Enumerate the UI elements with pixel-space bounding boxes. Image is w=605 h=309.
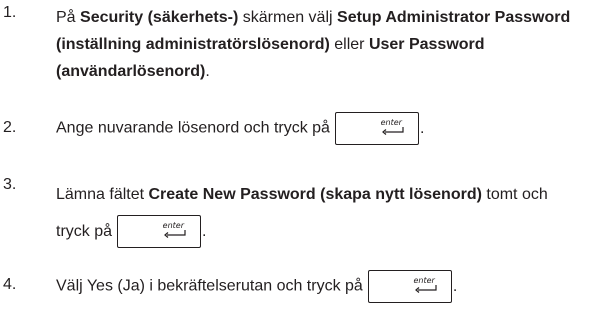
step-text: Ange nuvarande lösenord och tryck på ente… xyxy=(56,112,601,145)
enter-key-icon: enter xyxy=(117,215,202,249)
step-text: På Security (säkerhets-) skärmen välj Se… xyxy=(56,9,571,80)
return-arrow-icon xyxy=(382,127,404,135)
step-text: Lämna fältet Create New Password (skapa … xyxy=(56,176,581,250)
return-arrow-icon xyxy=(414,285,437,293)
return-arrow-icon xyxy=(164,230,186,239)
step-number: 2. xyxy=(3,119,17,136)
enter-key-icon: enter xyxy=(334,112,419,145)
step-number: 3. xyxy=(3,176,17,193)
step-text: Välj Yes (Ja) i bekräftelserutan och try… xyxy=(56,270,601,303)
step-number: 4. xyxy=(3,276,17,293)
enter-key-icon: enter xyxy=(367,270,452,303)
step-number: 1. xyxy=(3,4,17,21)
